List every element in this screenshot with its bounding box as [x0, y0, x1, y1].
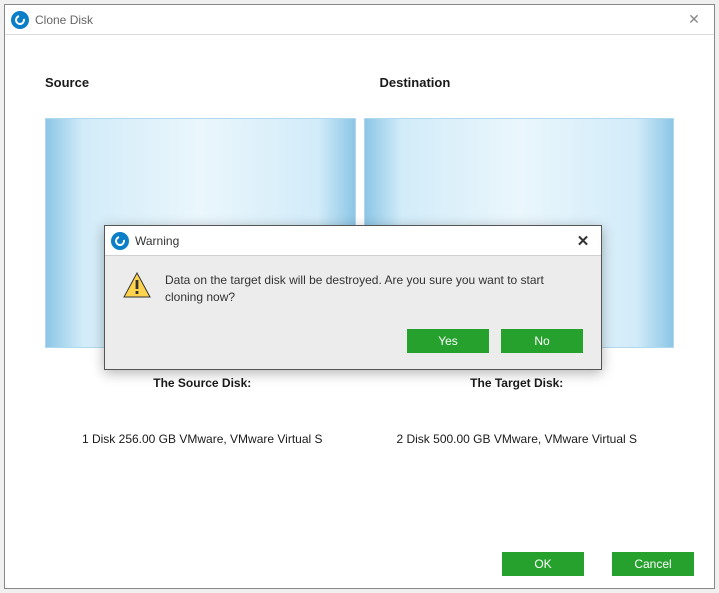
- yes-button[interactable]: Yes: [407, 329, 489, 353]
- warning-icon: [123, 272, 151, 298]
- target-disk-label: The Target Disk:: [360, 370, 675, 390]
- columns-header: Source Destination: [45, 75, 674, 90]
- warning-message: Data on the target disk will be destroye…: [165, 272, 583, 307]
- warning-body: Data on the target disk will be destroye…: [105, 256, 601, 369]
- app-icon: [111, 232, 129, 250]
- source-disk-description: 1 Disk 256.00 GB VMware, VMware Virtual …: [45, 430, 360, 448]
- close-icon[interactable]: ✕: [565, 226, 601, 256]
- warning-dialog: Warning ✕ Data on the target disk will b…: [104, 225, 602, 370]
- close-icon[interactable]: ✕: [674, 5, 714, 35]
- window-title: Clone Disk: [35, 13, 93, 27]
- app-icon: [11, 11, 29, 29]
- source-header: Source: [45, 75, 360, 90]
- disk-labels-row: The Source Disk: The Target Disk:: [45, 370, 674, 390]
- no-button[interactable]: No: [501, 329, 583, 353]
- warning-message-row: Data on the target disk will be destroye…: [123, 272, 583, 307]
- warning-title: Warning: [135, 234, 179, 248]
- destination-header: Destination: [360, 75, 675, 90]
- bottom-button-bar: OK Cancel: [502, 552, 694, 576]
- ok-button[interactable]: OK: [502, 552, 584, 576]
- main-titlebar[interactable]: Clone Disk ✕: [5, 5, 714, 35]
- source-disk-label: The Source Disk:: [45, 370, 360, 390]
- cancel-button[interactable]: Cancel: [612, 552, 694, 576]
- warning-button-bar: Yes No: [123, 329, 583, 353]
- target-disk-description: 2 Disk 500.00 GB VMware, VMware Virtual …: [360, 430, 675, 448]
- disk-descriptions-row: 1 Disk 256.00 GB VMware, VMware Virtual …: [45, 430, 674, 448]
- warning-titlebar[interactable]: Warning ✕: [105, 226, 601, 256]
